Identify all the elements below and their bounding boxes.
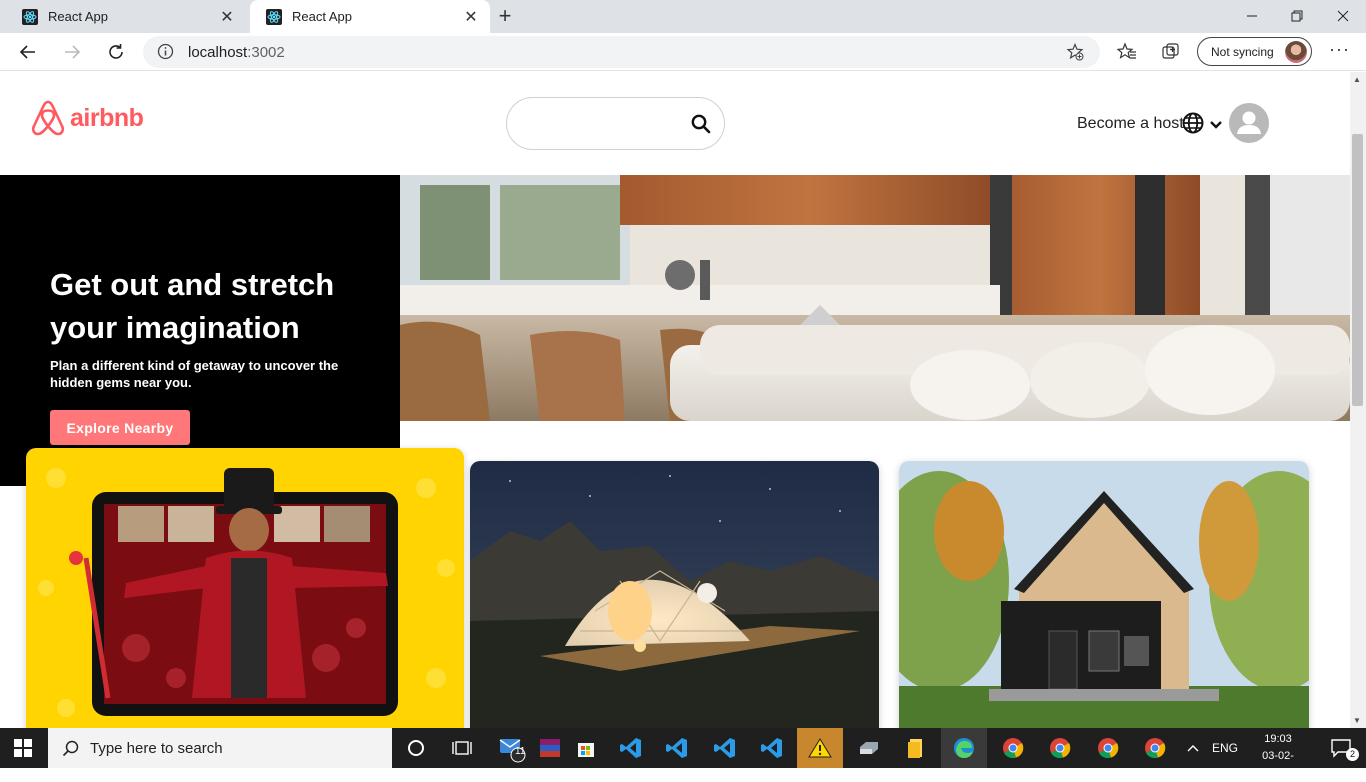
airbnb-logo[interactable]: airbnb	[30, 99, 144, 137]
clock-time: 19:03	[1264, 733, 1292, 745]
edge-icon[interactable]	[941, 728, 987, 768]
page-scrollbar[interactable]: ▲ ▼	[1350, 72, 1366, 728]
refresh-icon[interactable]	[103, 39, 129, 65]
user-avatar[interactable]	[1229, 103, 1269, 143]
chrome-icon[interactable]	[1085, 728, 1131, 768]
person-icon	[1237, 111, 1261, 134]
react-favicon-icon	[266, 8, 282, 25]
browser-tab-1[interactable]: React App ✕	[6, 0, 246, 33]
mail-badge: 11	[515, 746, 526, 757]
globe-icon[interactable]	[1182, 112, 1204, 139]
airbnb-belo-icon	[31, 100, 65, 136]
search-icon	[62, 740, 79, 757]
profile-avatar	[1285, 41, 1307, 63]
taskbar-search-placeholder: Type here to search	[90, 739, 223, 757]
vscode-icon[interactable]	[749, 728, 795, 768]
tab-close-icon[interactable]: ✕	[218, 7, 236, 27]
banner-headline: Get out and stretch your imagination	[50, 267, 335, 345]
notification-icon[interactable]: 2	[1318, 728, 1364, 768]
scroll-up-icon[interactable]: ▲	[1353, 75, 1361, 84]
scrollbar-thumb[interactable]	[1352, 134, 1363, 406]
vscode-icon[interactable]	[702, 728, 748, 768]
vscode-icon[interactable]	[608, 728, 654, 768]
add-favorite-icon[interactable]	[1066, 42, 1084, 66]
card-unique-stays[interactable]	[470, 461, 879, 728]
restore-icon[interactable]	[1274, 4, 1320, 28]
card-entire-homes[interactable]	[899, 461, 1309, 728]
back-icon[interactable]	[15, 39, 41, 65]
search-icon[interactable]	[690, 113, 712, 140]
store-icon[interactable]	[563, 728, 609, 768]
hero-image	[400, 175, 1350, 421]
clock-date: 03-02-2021	[1262, 750, 1294, 779]
promo-banner: Get out and stretch your imagination Pla…	[0, 175, 400, 486]
search-bar[interactable]	[506, 97, 725, 150]
site-info-icon[interactable]	[157, 43, 174, 65]
chevron-down-icon[interactable]	[1209, 117, 1223, 135]
forward-icon[interactable]	[59, 39, 85, 65]
scroll-down-icon[interactable]: ▼	[1353, 716, 1361, 725]
vscode-icon[interactable]	[654, 728, 700, 768]
banner-subtext: Plan a different kind of getaway to unco…	[50, 358, 339, 390]
chrome-icon[interactable]	[990, 728, 1036, 768]
explore-nearby-button[interactable]: Explore Nearby	[50, 410, 190, 445]
url-text: localhost:3002	[188, 44, 285, 61]
sync-status-label: Not syncing	[1211, 44, 1274, 59]
web-page: airbnb Become a host Get out and stretch…	[0, 72, 1350, 728]
browser-tab-bar: React App ✕ React App ✕ +	[0, 0, 1366, 33]
taskbar-clock[interactable]: 19:03 03-02-2021	[1252, 731, 1304, 782]
collections-icon[interactable]	[1158, 39, 1184, 65]
task-view-icon[interactable]	[439, 728, 485, 768]
more-menu-icon[interactable]: ···	[1329, 39, 1349, 60]
tab-close-icon[interactable]: ✕	[462, 7, 480, 27]
profile-sync-button[interactable]: Not syncing	[1197, 37, 1312, 66]
react-favicon-icon	[22, 8, 38, 25]
new-tab-icon[interactable]: +	[494, 4, 516, 28]
become-host-link[interactable]: Become a host	[1077, 115, 1184, 133]
close-window-icon[interactable]	[1320, 4, 1366, 28]
cortana-icon[interactable]	[393, 728, 439, 768]
chrome-icon[interactable]	[1132, 728, 1178, 768]
drive-icon[interactable]	[846, 728, 892, 768]
logo-wordmark: airbnb	[70, 103, 144, 132]
minimize-icon[interactable]	[1229, 4, 1275, 28]
language-indicator[interactable]: ENG	[1212, 728, 1238, 768]
tab-title: React App	[48, 9, 108, 24]
file-explorer-icon[interactable]	[892, 728, 938, 768]
tab-title: React App	[292, 9, 352, 24]
windows-start-icon[interactable]	[0, 728, 46, 768]
favorites-icon[interactable]	[1114, 39, 1140, 65]
address-bar: localhost:3002 Not syncing ···	[0, 33, 1366, 71]
url-field[interactable]: localhost:3002	[143, 36, 1100, 68]
windows-taskbar: Type here to search 11 ENG 19:03 03-02-2…	[0, 728, 1366, 779]
taskbar-search-box[interactable]: Type here to search	[48, 728, 392, 768]
notification-count: 2	[1346, 748, 1359, 761]
warning-icon[interactable]	[797, 728, 843, 768]
card-online-experience[interactable]	[26, 448, 464, 728]
chrome-icon[interactable]	[1037, 728, 1083, 768]
browser-tab-2[interactable]: React App ✕	[250, 0, 490, 33]
tray-chevron-up-icon[interactable]	[1186, 728, 1200, 768]
